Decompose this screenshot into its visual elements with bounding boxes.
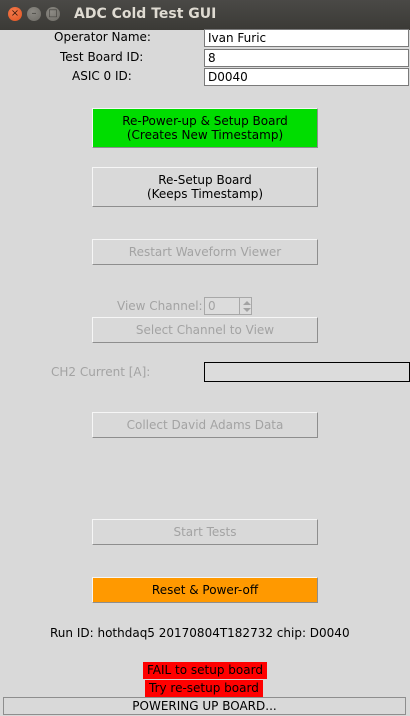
status-bar: POWERING UP BOARD... (3, 697, 406, 715)
board-id-label: Test Board ID: (60, 50, 144, 64)
collect-data-button[interactable]: Collect David Adams Data (92, 412, 318, 438)
operator-label: Operator Name: (54, 30, 151, 44)
window-title: ADC Cold Test GUI (74, 6, 217, 22)
view-channel-label: View Channel: (117, 299, 203, 313)
reset-power-off-button[interactable]: Reset & Power-off (92, 577, 318, 603)
view-channel-value: 0 (208, 299, 216, 313)
asic-id-field[interactable]: D0040 (204, 68, 409, 86)
ch2-current-value (204, 362, 410, 382)
resetup-board-button[interactable]: Re-Setup Board (Keeps Timestamp) (92, 167, 318, 207)
asic-id-label: ASIC 0 ID: (72, 69, 132, 83)
select-channel-button[interactable]: Select Channel to View (92, 317, 318, 343)
operator-name-field[interactable]: Ivan Furic (204, 29, 409, 47)
retry-message: Try re-setup board (145, 680, 263, 697)
minimize-icon[interactable]: – (27, 7, 41, 21)
chevron-down-icon[interactable] (243, 308, 251, 312)
ch2-current-label: CH2 Current [A]: (51, 365, 151, 379)
title-bar: × – □ ADC Cold Test GUI (0, 0, 410, 30)
fail-message: FAIL to setup board (143, 662, 267, 679)
view-channel-spinbox[interactable]: 0 (204, 297, 252, 315)
board-id-field[interactable]: 8 (204, 49, 409, 67)
spinbox-divider (239, 298, 240, 314)
maximize-icon[interactable]: □ (46, 7, 60, 21)
restart-waveform-viewer-button[interactable]: Restart Waveform Viewer (92, 239, 318, 265)
run-id-text: Run ID: hothdaq5 20170804T182732 chip: D… (50, 626, 350, 640)
close-icon[interactable]: × (8, 7, 22, 21)
repower-setup-button[interactable]: Re-Power-up & Setup Board (Creates New T… (92, 108, 318, 148)
chevron-up-icon[interactable] (243, 301, 251, 305)
start-tests-button[interactable]: Start Tests (92, 519, 318, 545)
